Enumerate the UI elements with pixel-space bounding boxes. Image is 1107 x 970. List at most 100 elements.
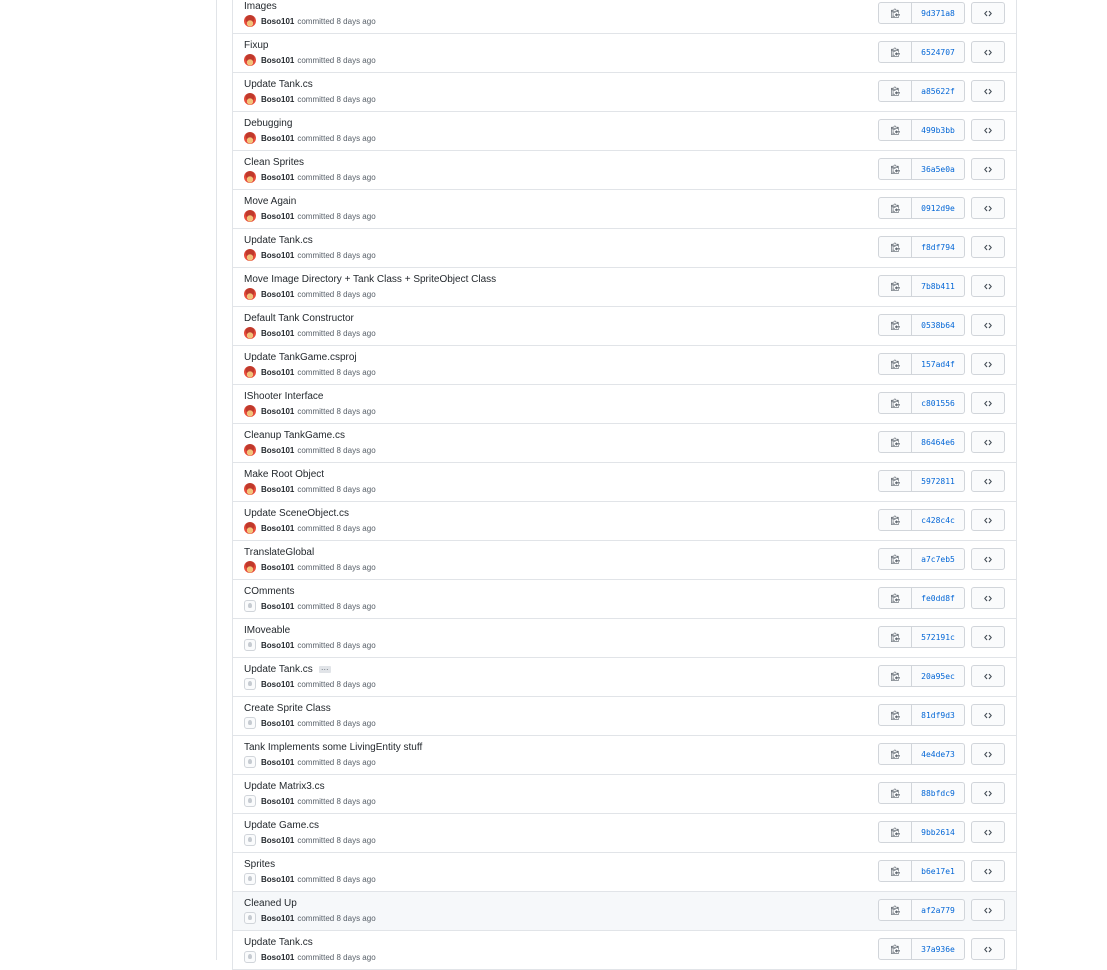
browse-repo-button[interactable] (971, 938, 1005, 960)
avatar[interactable] (244, 171, 256, 183)
author-link[interactable]: Boso101 (261, 524, 294, 533)
sha-link[interactable]: a85622f (912, 81, 964, 101)
commit-message-link[interactable]: COmments (244, 586, 295, 597)
author-link[interactable]: Boso101 (261, 56, 294, 65)
sha-link[interactable]: 572191c (912, 627, 964, 647)
copy-sha-button[interactable] (879, 315, 912, 335)
author-link[interactable]: Boso101 (261, 329, 294, 338)
commit-message-link[interactable]: Update Tank.cs (244, 937, 313, 948)
sha-link[interactable]: 86464e6 (912, 432, 964, 452)
commit-message-link[interactable]: Update SceneObject.cs (244, 508, 349, 519)
author-link[interactable]: Boso101 (261, 563, 294, 572)
sha-link[interactable]: fe0dd8f (912, 588, 964, 608)
sha-link[interactable]: 4e4de73 (912, 744, 964, 764)
commit-message-link[interactable]: Tank Implements some LivingEntity stuff (244, 742, 422, 753)
browse-repo-button[interactable] (971, 509, 1005, 531)
browse-repo-button[interactable] (971, 665, 1005, 687)
avatar[interactable] (244, 717, 256, 729)
copy-sha-button[interactable] (879, 705, 912, 725)
browse-repo-button[interactable] (971, 353, 1005, 375)
sha-link[interactable]: af2a779 (912, 900, 964, 920)
author-link[interactable]: Boso101 (261, 368, 294, 377)
browse-repo-button[interactable] (971, 2, 1005, 24)
copy-sha-button[interactable] (879, 744, 912, 764)
sha-link[interactable]: 88bfdc9 (912, 783, 964, 803)
sha-link[interactable]: c801556 (912, 393, 964, 413)
copy-sha-button[interactable] (879, 393, 912, 413)
author-link[interactable]: Boso101 (261, 641, 294, 650)
avatar[interactable] (244, 639, 256, 651)
copy-sha-button[interactable] (879, 354, 912, 374)
author-link[interactable]: Boso101 (261, 251, 294, 260)
browse-repo-button[interactable] (971, 782, 1005, 804)
avatar[interactable] (244, 951, 256, 963)
commit-message-link[interactable]: Make Root Object (244, 469, 324, 480)
sha-link[interactable]: 0538b64 (912, 315, 964, 335)
commit-message-link[interactable]: Cleaned Up (244, 898, 297, 909)
avatar[interactable] (244, 288, 256, 300)
sha-link[interactable]: 0912d9e (912, 198, 964, 218)
sha-link[interactable]: 37a936e (912, 939, 964, 959)
browse-repo-button[interactable] (971, 119, 1005, 141)
commit-message-link[interactable]: Update Tank.cs (244, 235, 313, 246)
author-link[interactable]: Boso101 (261, 212, 294, 221)
author-link[interactable]: Boso101 (261, 290, 294, 299)
copy-sha-button[interactable] (879, 822, 912, 842)
sha-link[interactable]: 20a95ec (912, 666, 964, 686)
commit-message-link[interactable]: TranslateGlobal (244, 547, 314, 558)
browse-repo-button[interactable] (971, 197, 1005, 219)
copy-sha-button[interactable] (879, 81, 912, 101)
copy-sha-button[interactable] (879, 120, 912, 140)
author-link[interactable]: Boso101 (261, 407, 294, 416)
commit-message-link[interactable]: Images (244, 1, 277, 12)
commit-message-link[interactable]: Create Sprite Class (244, 703, 331, 714)
sha-link[interactable]: c428c4c (912, 510, 964, 530)
copy-sha-button[interactable] (879, 159, 912, 179)
sha-link[interactable]: 36a5e0a (912, 159, 964, 179)
copy-sha-button[interactable] (879, 549, 912, 569)
author-link[interactable]: Boso101 (261, 602, 294, 611)
browse-repo-button[interactable] (971, 431, 1005, 453)
copy-sha-button[interactable] (879, 861, 912, 881)
avatar[interactable] (244, 54, 256, 66)
author-link[interactable]: Boso101 (261, 836, 294, 845)
copy-sha-button[interactable] (879, 666, 912, 686)
copy-sha-button[interactable] (879, 198, 912, 218)
avatar[interactable] (244, 366, 256, 378)
browse-repo-button[interactable] (971, 275, 1005, 297)
browse-repo-button[interactable] (971, 587, 1005, 609)
copy-sha-button[interactable] (879, 510, 912, 530)
sha-link[interactable]: a7c7eb5 (912, 549, 964, 569)
copy-sha-button[interactable] (879, 588, 912, 608)
browse-repo-button[interactable] (971, 704, 1005, 726)
avatar[interactable] (244, 249, 256, 261)
browse-repo-button[interactable] (971, 548, 1005, 570)
avatar[interactable] (244, 834, 256, 846)
browse-repo-button[interactable] (971, 743, 1005, 765)
copy-sha-button[interactable] (879, 900, 912, 920)
author-link[interactable]: Boso101 (261, 953, 294, 962)
sha-link[interactable]: b6e17e1 (912, 861, 964, 881)
avatar[interactable] (244, 132, 256, 144)
avatar[interactable] (244, 483, 256, 495)
sha-link[interactable]: 157ad4f (912, 354, 964, 374)
sha-link[interactable]: 5972811 (912, 471, 964, 491)
commit-message-link[interactable]: Update TankGame.csproj (244, 352, 357, 363)
author-link[interactable]: Boso101 (261, 485, 294, 494)
browse-repo-button[interactable] (971, 392, 1005, 414)
avatar[interactable] (244, 444, 256, 456)
browse-repo-button[interactable] (971, 821, 1005, 843)
avatar[interactable] (244, 405, 256, 417)
browse-repo-button[interactable] (971, 80, 1005, 102)
browse-repo-button[interactable] (971, 470, 1005, 492)
avatar[interactable] (244, 210, 256, 222)
sha-link[interactable]: 81df9d3 (912, 705, 964, 725)
copy-sha-button[interactable] (879, 3, 912, 23)
copy-sha-button[interactable] (879, 432, 912, 452)
browse-repo-button[interactable] (971, 860, 1005, 882)
author-link[interactable]: Boso101 (261, 95, 294, 104)
sha-link[interactable]: 9d371a8 (912, 3, 964, 23)
avatar[interactable] (244, 756, 256, 768)
browse-repo-button[interactable] (971, 626, 1005, 648)
avatar[interactable] (244, 93, 256, 105)
